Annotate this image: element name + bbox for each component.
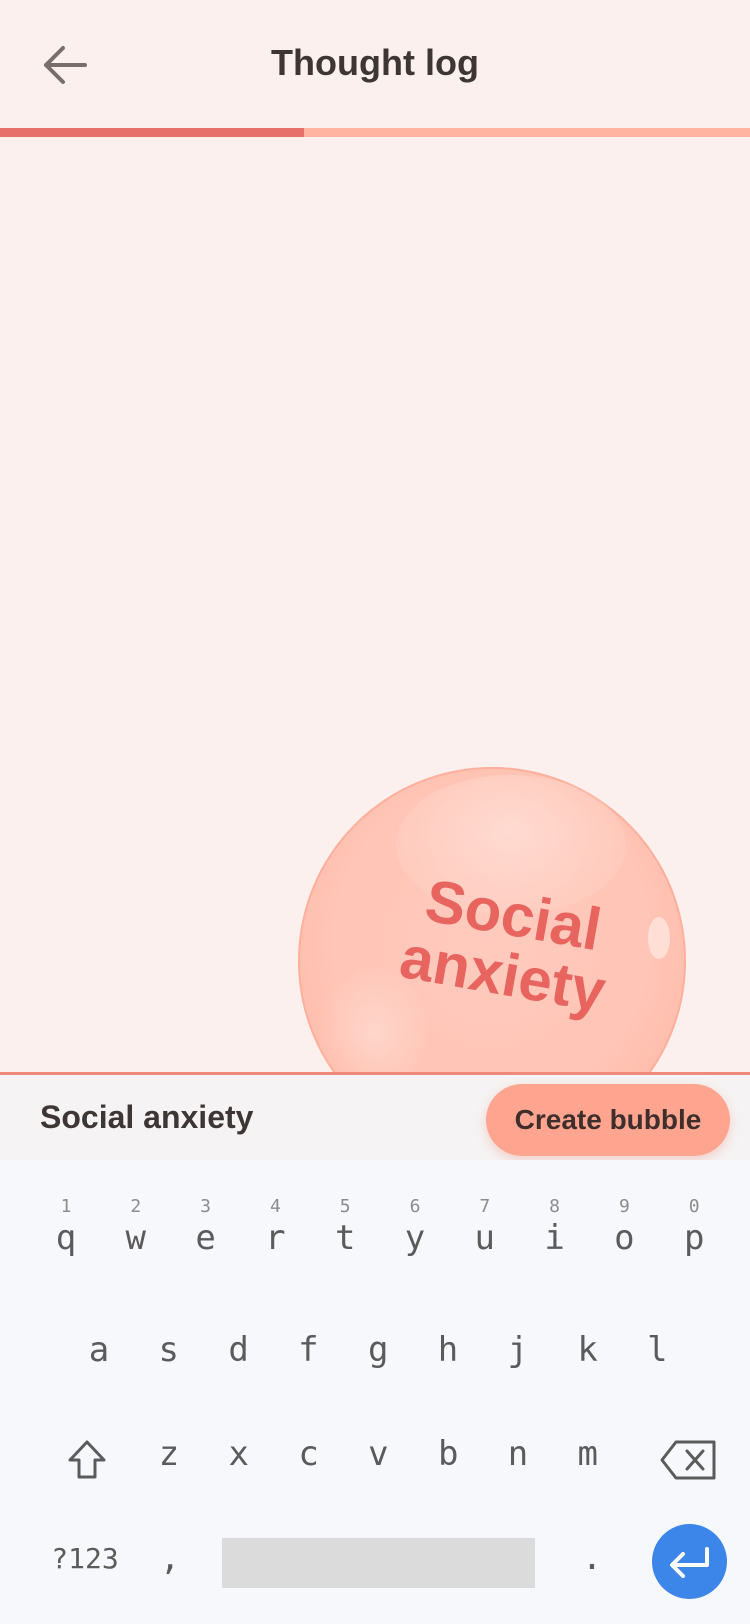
- key-o[interactable]: 9o: [589, 1190, 659, 1270]
- key-u[interactable]: 7u: [450, 1190, 520, 1270]
- key-m[interactable]: m: [553, 1416, 623, 1496]
- shift-key[interactable]: [52, 1420, 122, 1500]
- key-e[interactable]: 3e: [171, 1190, 241, 1270]
- key-label: x: [228, 1434, 250, 1474]
- key-hint: 0: [688, 1196, 700, 1217]
- key-label: p: [683, 1218, 705, 1258]
- key-label: c: [298, 1434, 319, 1474]
- key-label: m: [577, 1434, 599, 1474]
- key-q[interactable]: 1q: [31, 1190, 101, 1270]
- key-h[interactable]: h: [413, 1312, 483, 1392]
- key-label: l: [647, 1330, 668, 1370]
- progress-fill: [0, 128, 304, 137]
- key-p[interactable]: 0p: [659, 1190, 729, 1270]
- key-label: d: [228, 1330, 249, 1370]
- key-b[interactable]: b: [413, 1416, 483, 1496]
- key-j[interactable]: j: [483, 1312, 553, 1392]
- key-f[interactable]: f: [273, 1312, 343, 1392]
- app-header: Thought log: [0, 0, 750, 132]
- key-hint: 5: [339, 1196, 351, 1217]
- backspace-icon: [660, 1440, 716, 1480]
- key-x[interactable]: x: [204, 1416, 274, 1496]
- key-label: h: [437, 1330, 459, 1370]
- key-r[interactable]: 4r: [240, 1190, 310, 1270]
- key-label: a: [88, 1330, 110, 1370]
- key-label: v: [368, 1434, 389, 1474]
- key-hint: 2: [130, 1196, 142, 1217]
- key-w[interactable]: 2w: [101, 1190, 171, 1270]
- key-label: y: [404, 1218, 426, 1258]
- thought-input-bar: Social anxiety Create bubble: [0, 1072, 750, 1163]
- key-label: o: [614, 1218, 635, 1258]
- key-label: u: [474, 1218, 496, 1258]
- key-hint: 4: [269, 1196, 281, 1217]
- key-k[interactable]: k: [553, 1312, 623, 1392]
- key-label: i: [544, 1218, 565, 1258]
- key-label: j: [507, 1330, 529, 1370]
- key-label: g: [367, 1330, 389, 1370]
- key-hint: 3: [200, 1196, 212, 1217]
- key-c[interactable]: c: [274, 1416, 344, 1496]
- key-hint: 9: [618, 1196, 630, 1217]
- key-g[interactable]: g: [343, 1312, 413, 1392]
- key-label: z: [158, 1434, 180, 1474]
- key-label: b: [437, 1434, 459, 1474]
- key-i[interactable]: 8i: [520, 1190, 590, 1270]
- shift-icon: [68, 1440, 106, 1479]
- key-z[interactable]: z: [134, 1416, 204, 1496]
- key-label: f: [298, 1330, 319, 1370]
- comma-key[interactable]: ,: [150, 1528, 190, 1588]
- key-label: e: [195, 1218, 216, 1258]
- key-label: s: [158, 1330, 180, 1370]
- key-label: k: [577, 1330, 598, 1370]
- key-label: r: [265, 1218, 286, 1258]
- backspace-key[interactable]: [650, 1420, 726, 1500]
- space-key[interactable]: [222, 1538, 535, 1588]
- key-y[interactable]: 6y: [380, 1190, 450, 1270]
- key-hint: 7: [479, 1196, 491, 1217]
- enter-key[interactable]: [652, 1524, 727, 1599]
- symbols-key[interactable]: ?123: [40, 1528, 130, 1588]
- key-l[interactable]: l: [622, 1312, 692, 1392]
- key-hint: 6: [409, 1196, 421, 1217]
- page-title: Thought log: [271, 42, 479, 83]
- thought-input[interactable]: Social anxiety: [40, 1099, 253, 1136]
- key-a[interactable]: a: [64, 1312, 134, 1392]
- key-s[interactable]: s: [134, 1312, 204, 1392]
- key-d[interactable]: d: [204, 1312, 274, 1392]
- key-hint: 8: [549, 1196, 561, 1217]
- key-t[interactable]: 5t: [310, 1190, 380, 1270]
- create-bubble-button[interactable]: Create bubble: [486, 1084, 730, 1156]
- key-n[interactable]: n: [483, 1416, 553, 1496]
- key-label: w: [125, 1218, 147, 1258]
- bubble-canvas: Social anxiety: [0, 137, 750, 1073]
- enter-arrow-icon: [669, 1546, 709, 1578]
- key-label: q: [55, 1218, 77, 1258]
- period-key[interactable]: .: [572, 1528, 612, 1588]
- thought-bubble[interactable]: Social anxiety: [298, 767, 686, 1073]
- progress-bar: [0, 128, 750, 137]
- key-label: t: [334, 1218, 356, 1258]
- key-v[interactable]: v: [343, 1416, 413, 1496]
- key-hint: 1: [60, 1196, 72, 1217]
- key-label: n: [507, 1434, 529, 1474]
